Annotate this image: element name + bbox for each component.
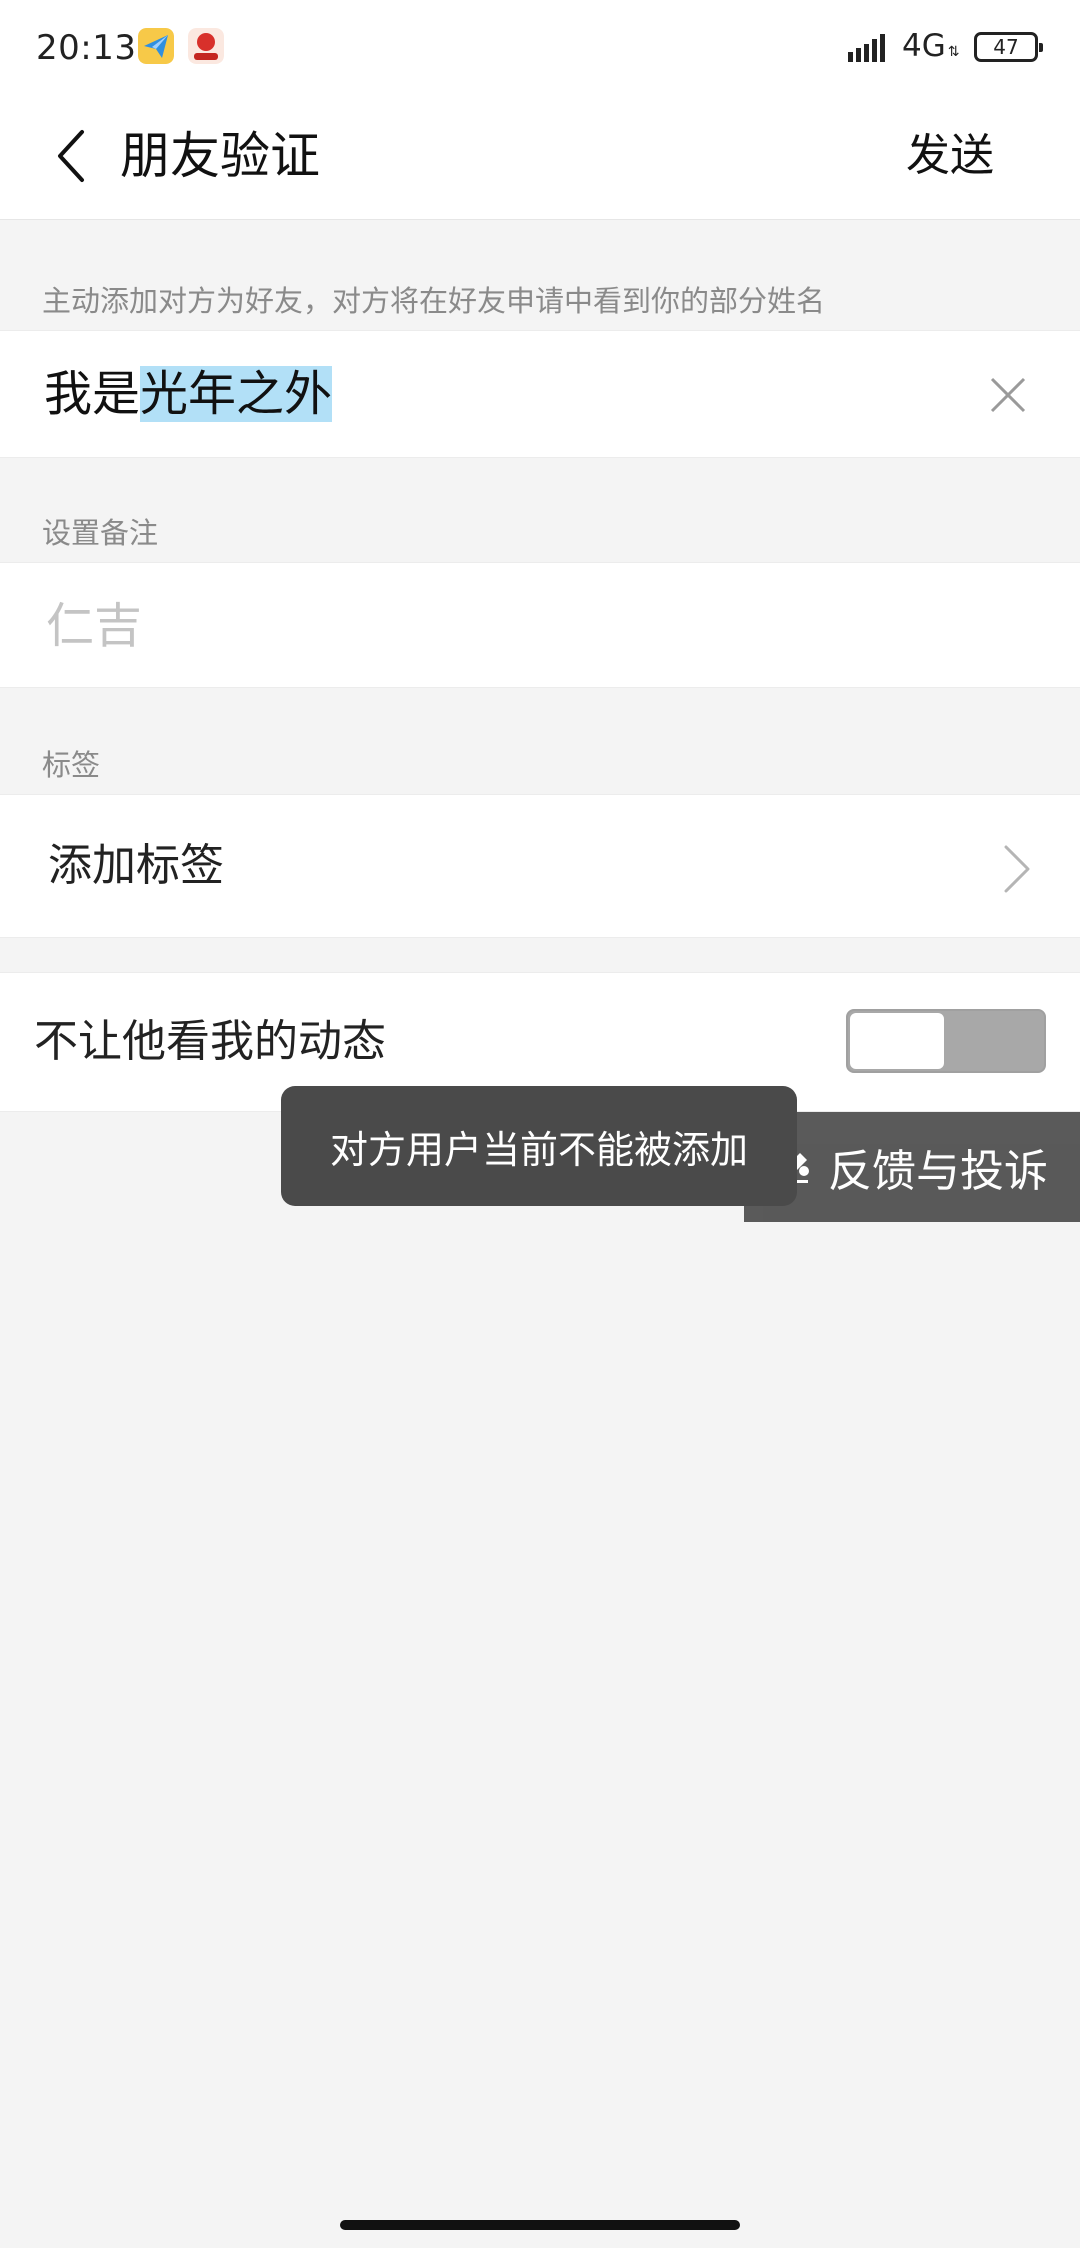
remark-input[interactable] [44, 591, 1004, 661]
data-arrows-icon: ⇅ [947, 44, 960, 60]
home-indicator[interactable] [340, 2220, 740, 2230]
signal-strength-icon [848, 34, 885, 62]
hide-moments-toggle[interactable] [846, 1009, 1046, 1073]
greeting-input-row[interactable]: 我是光年之外 [0, 330, 1080, 458]
remark-input-row [0, 562, 1080, 688]
remark-section-label: 设置备注 [42, 516, 159, 550]
status-bar: 20:13 4G ⇅ 47 [0, 0, 1080, 96]
add-tags-row[interactable]: 添加标签 [0, 794, 1080, 938]
toast-message: 对方用户当前不能被添加 [281, 1086, 797, 1206]
toast-text: 对方用户当前不能被添加 [329, 1127, 748, 1172]
friend-verification-page: 20:13 4G ⇅ 47 朋友验证 发送 主动添加对方为好友，对方将在好友申请… [0, 0, 1080, 2248]
battery-level: 47 [993, 35, 1019, 59]
toggle-knob [850, 1013, 944, 1069]
greeting-hint: 主动添加对方为好友，对方将在好友申请中看到你的部分姓名 [42, 284, 826, 318]
battery-indicator: 47 [974, 32, 1043, 62]
greeting-prefix: 我是 [44, 366, 141, 422]
send-button[interactable]: 发送 [906, 124, 994, 188]
hide-moments-label: 不让他看我的动态 [34, 1016, 386, 1067]
feedback-label: 反馈与投诉 [828, 1146, 1048, 1197]
greeting-selected-text: 光年之外 [140, 366, 333, 422]
network-type: 4G ⇅ [902, 28, 959, 64]
title-bar: 朋友验证 发送 [0, 96, 1080, 220]
chevron-left-icon [58, 130, 84, 182]
red-app-icon [188, 28, 224, 64]
network-label: 4G [902, 28, 946, 64]
paper-plane-app-icon [138, 28, 174, 64]
back-button[interactable] [40, 124, 104, 188]
status-time: 20:13 [36, 28, 137, 68]
add-tags-label: 添加标签 [48, 840, 224, 891]
greeting-input[interactable]: 我是光年之外 [44, 361, 333, 427]
tags-section-label: 标签 [42, 748, 101, 782]
clear-icon[interactable] [984, 371, 1032, 419]
page-title: 朋友验证 [120, 127, 320, 185]
chevron-right-icon [1004, 845, 1030, 893]
